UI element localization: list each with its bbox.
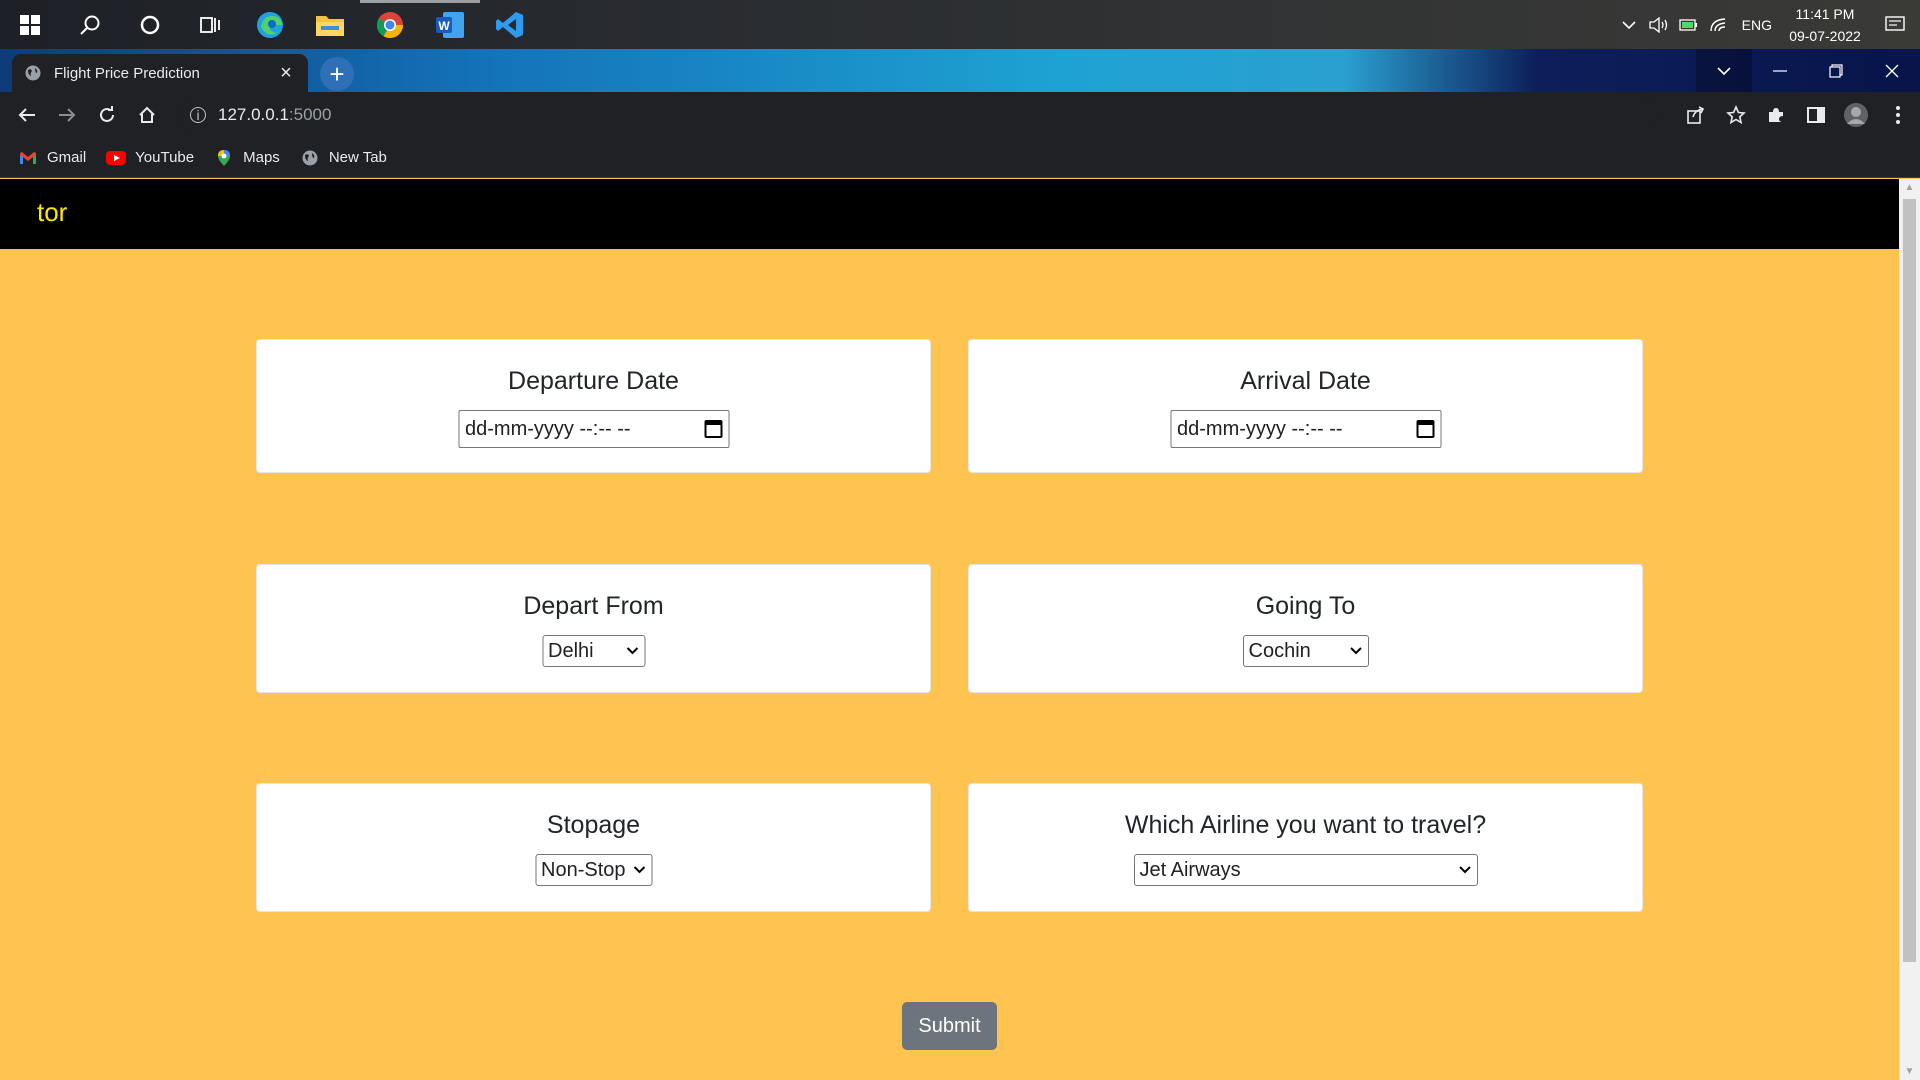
language-indicator[interactable]: ENG [1734,17,1780,33]
extensions-icon[interactable] [1756,92,1796,138]
chevron-down-icon [625,644,639,658]
home-icon[interactable] [127,92,167,138]
youtube-icon [106,149,127,167]
windows-taskbar: W ENG 11:41 PM 09-07-2022 [0,0,1920,49]
bookmark-label: Gmail [47,149,87,166]
stopage-card: Stopage Non-Stop [256,783,931,912]
chevron-up-icon[interactable] [1614,0,1644,49]
airline-card: Which Airline you want to travel? Jet Ai… [968,783,1643,912]
speaker-icon[interactable] [1644,0,1674,49]
more-menu-icon[interactable] [1876,92,1920,138]
globe-icon [25,65,41,81]
arrival-date-input[interactable]: dd-mm-yyyy --:-- -- [1170,410,1441,448]
tab-close-icon[interactable]: × [276,62,296,85]
site-navbar: tor [0,179,1899,249]
going-to-card: Going To Cochin [968,564,1643,693]
depart-from-card: Depart From Delhi [256,564,931,693]
maps-icon [214,149,234,167]
going-to-label: Going To [1255,592,1356,620]
scroll-down-arrow-icon[interactable]: ▼ [1899,1063,1920,1080]
departure-date-label: Departure Date [508,367,679,395]
source-select[interactable]: Delhi [542,635,645,667]
wifi-icon[interactable] [1704,0,1734,49]
browser-tab[interactable]: Flight Price Prediction × [12,54,308,92]
search-icon[interactable] [60,0,120,49]
chevron-down-icon [1349,644,1363,658]
depart-from-label: Depart From [523,592,664,620]
url-port: :5000 [288,105,332,124]
vscode-icon[interactable] [480,0,540,49]
calendar-icon[interactable] [704,420,722,438]
new-tab-button[interactable]: + [320,57,354,91]
airline-label: Which Airline you want to travel? [1124,811,1487,839]
battery-icon[interactable] [1674,0,1704,49]
departure-date-card: Departure Date dd-mm-yyyy --:-- -- [256,339,931,473]
side-panel-icon[interactable] [1796,92,1836,138]
clock-time: 11:41 PM [1795,5,1855,22]
chevron-down-icon [632,863,646,877]
notification-icon[interactable] [1870,0,1920,49]
globe-icon [300,149,320,167]
windows-start-icon[interactable] [0,0,60,49]
arrival-date-label: Arrival Date [1240,367,1371,395]
clock[interactable]: 11:41 PM 09-07-2022 [1780,3,1870,47]
bookmark-star-icon[interactable] [1716,92,1756,138]
browser-tab-strip: Flight Price Prediction × + [0,49,1920,92]
stopage-label: Stopage [546,811,641,839]
tab-title: Flight Price Prediction [54,64,200,82]
bookmark-label: New Tab [328,149,387,166]
bookmark-gmail[interactable]: Gmail [18,149,86,167]
bookmarks-bar: Gmail YouTube Maps New Tab [0,138,1920,178]
stops-select[interactable]: Non-Stop [535,854,652,886]
chevron-down-icon [1458,863,1472,877]
forward-arrow-icon[interactable] [47,92,87,138]
edge-icon[interactable] [240,0,300,49]
page-scrollbar[interactable]: ▲ ▼ [1899,179,1920,1080]
bookmark-label: YouTube [135,149,195,166]
stops-selected-value: Non-Stop [541,858,626,881]
navbar-brand[interactable]: tor [37,197,67,228]
svg-text:W: W [438,19,450,33]
close-window-icon[interactable] [1864,49,1920,92]
word-icon[interactable]: W [420,0,480,49]
destination-selected-value: Cochin [1248,639,1311,662]
arrival-date-value: dd-mm-yyyy --:-- -- [1177,417,1343,440]
bookmark-maps[interactable]: Maps [214,149,280,167]
scrollbar-thumb[interactable] [1903,199,1916,962]
reload-icon[interactable] [87,92,127,138]
url-host: 127.0.0.1 [218,105,289,124]
site-info-icon[interactable]: i [190,107,206,123]
cortana-icon[interactable] [120,0,180,49]
share-icon[interactable] [1676,92,1716,138]
tab-search-icon[interactable] [1696,49,1752,92]
toolbar-right [1676,92,1920,138]
page-viewport: tor Departure Date dd-mm-yyyy --:-- -- A… [0,179,1899,1080]
system-tray: ENG 11:41 PM 09-07-2022 [1614,0,1920,49]
task-view-icon[interactable] [180,0,240,49]
source-selected-value: Delhi [548,639,594,662]
airline-selected-value: Jet Airways [1139,858,1241,881]
airline-select[interactable]: Jet Airways [1133,854,1478,886]
restore-icon[interactable] [1808,49,1864,92]
gmail-icon [18,149,38,167]
calendar-icon[interactable] [1416,420,1434,438]
chrome-icon[interactable] [360,0,420,49]
destination-select[interactable]: Cochin [1242,635,1369,667]
browser-toolbar: i 127.0.0.1:5000 [0,92,1920,138]
bookmark-youtube[interactable]: YouTube [106,149,194,167]
bookmark-new-tab[interactable]: New Tab [300,149,387,167]
scroll-up-arrow-icon[interactable]: ▲ [1899,179,1920,196]
bookmark-label: Maps [243,149,280,166]
minimize-icon[interactable] [1752,49,1808,92]
profile-avatar[interactable] [1836,92,1876,138]
address-bar[interactable]: i 127.0.0.1:5000 [178,98,1658,132]
submit-button[interactable]: Submit [902,1002,997,1050]
back-arrow-icon[interactable] [7,92,47,138]
departure-date-value: dd-mm-yyyy --:-- -- [465,417,631,440]
departure-date-input[interactable]: dd-mm-yyyy --:-- -- [458,410,729,448]
file-explorer-icon[interactable] [300,0,360,49]
window-controls [1696,49,1920,92]
clock-date: 09-07-2022 [1789,27,1861,44]
arrival-date-card: Arrival Date dd-mm-yyyy --:-- -- [968,339,1643,473]
